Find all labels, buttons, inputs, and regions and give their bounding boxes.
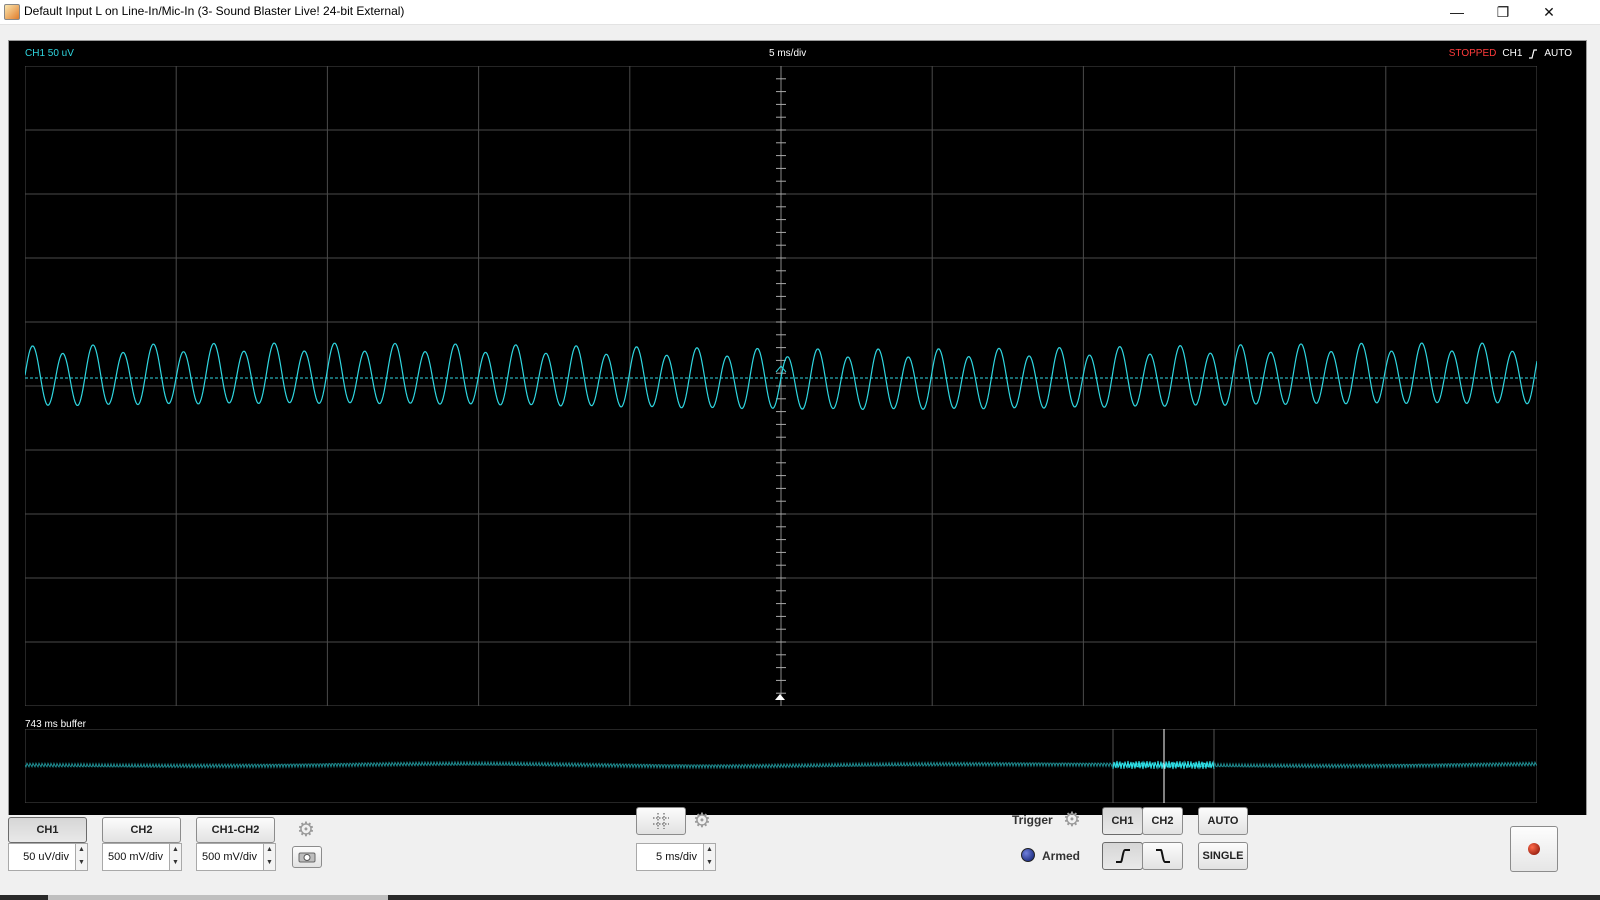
- ch2-button[interactable]: CH2: [102, 817, 181, 843]
- window-title: Default Input L on Line-In/Mic-In (3- So…: [24, 4, 405, 18]
- rising-edge-icon: [1529, 48, 1538, 59]
- ch1-scale-spinner[interactable]: 50 uV/div ▲ ▼: [8, 843, 88, 871]
- run-stop-button[interactable]: [1510, 826, 1558, 872]
- trigger-ch1-button[interactable]: CH1: [1102, 807, 1143, 835]
- timebase-settings-gear-icon[interactable]: ⚙: [692, 811, 712, 831]
- ch2-scale-field[interactable]: 500 mV/div: [102, 843, 170, 871]
- spin-up-icon[interactable]: ▲: [264, 844, 275, 857]
- timebase-spinner[interactable]: 5 ms/div ▲ ▼: [636, 843, 716, 871]
- trigger-position-marker[interactable]: [775, 694, 785, 700]
- spin-down-icon[interactable]: ▼: [264, 857, 275, 870]
- title-bar: Default Input L on Line-In/Mic-In (3- So…: [0, 0, 1600, 25]
- screenshot-button[interactable]: [292, 846, 322, 868]
- trigger-source-readout: CH1: [1502, 48, 1523, 59]
- grid-icon: [653, 813, 669, 829]
- ch1-button[interactable]: CH1: [8, 817, 87, 843]
- rising-edge-icon: [1115, 849, 1130, 863]
- armed-label: Armed: [1042, 849, 1081, 863]
- record-icon: [1528, 843, 1540, 855]
- acquisition-status: STOPPED: [1448, 48, 1497, 59]
- single-shot-button[interactable]: SINGLE: [1198, 842, 1248, 870]
- trigger-settings-gear-icon[interactable]: ⚙: [1062, 810, 1082, 830]
- channel-scale-readout: CH1 50 uV: [25, 48, 74, 59]
- trigger-status: STOPPED CH1 AUTO: [1449, 48, 1572, 59]
- ch1-ch2-button[interactable]: CH1-CH2: [196, 817, 275, 843]
- spin-down-icon[interactable]: ▼: [704, 857, 715, 870]
- falling-edge-icon: [1155, 849, 1170, 863]
- spin-up-icon[interactable]: ▲: [170, 844, 181, 857]
- control-panel: CH1 CH2 CH1-CH2 ⚙ 50 uV/div ▲ ▼ 500 mV/di…: [0, 807, 1600, 900]
- spin-down-icon[interactable]: ▼: [76, 857, 87, 870]
- armed-indicator: [1021, 848, 1035, 862]
- trigger-label: Trigger: [1012, 813, 1053, 827]
- rising-edge-button[interactable]: [1102, 842, 1143, 870]
- scrollbar-thumb[interactable]: [48, 895, 388, 900]
- buffer-overview[interactable]: [25, 729, 1537, 803]
- grid-toggle-button[interactable]: [636, 807, 686, 835]
- app-icon: [4, 4, 20, 20]
- camera-icon: [298, 852, 316, 863]
- diff-scale-field[interactable]: 500 mV/div: [196, 843, 264, 871]
- spin-up-icon[interactable]: ▲: [76, 844, 87, 857]
- diff-scale-spinner[interactable]: 500 mV/div ▲ ▼: [196, 843, 276, 871]
- ch2-scale-spinner[interactable]: 500 mV/div ▲ ▼: [102, 843, 182, 871]
- horizontal-scrollbar[interactable]: [0, 895, 1600, 900]
- trigger-auto-button[interactable]: AUTO: [1198, 807, 1248, 835]
- trigger-ch2-button[interactable]: CH2: [1142, 807, 1183, 835]
- restore-button[interactable]: ❐: [1480, 0, 1526, 24]
- falling-edge-button[interactable]: [1142, 842, 1183, 870]
- spin-up-icon[interactable]: ▲: [704, 844, 715, 857]
- ch1-scale-field[interactable]: 50 uV/div: [8, 843, 76, 871]
- timebase-readout: 5 ms/div: [769, 48, 807, 59]
- channel-settings-gear-icon[interactable]: ⚙: [296, 820, 316, 840]
- waveform-plot[interactable]: [25, 66, 1537, 706]
- spin-down-icon[interactable]: ▼: [170, 857, 181, 870]
- trigger-mode-readout: AUTO: [1544, 48, 1572, 59]
- minimize-button[interactable]: —: [1434, 0, 1480, 24]
- timebase-field[interactable]: 5 ms/div: [636, 843, 704, 871]
- scope-display[interactable]: CH1 50 uV 5 ms/div STOPPED CH1 AUTO 743 …: [8, 40, 1587, 817]
- close-button[interactable]: ✕: [1526, 0, 1572, 24]
